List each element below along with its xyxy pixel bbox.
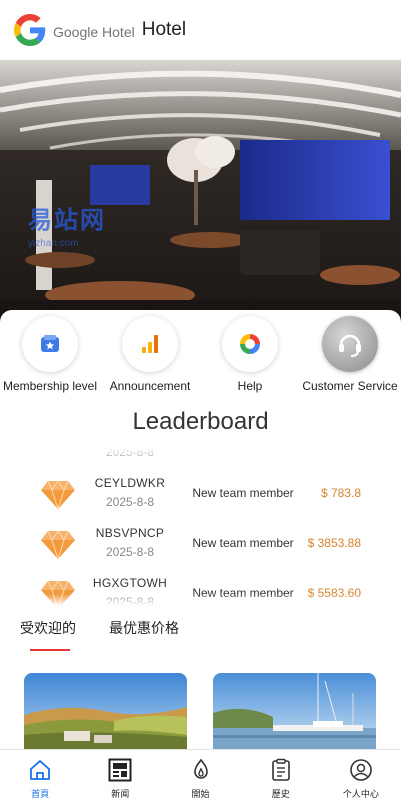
help-icon-circle <box>222 316 278 372</box>
customer-service-label: Customer Service <box>302 379 398 393</box>
membership-icon <box>41 335 59 352</box>
watermark-subtext: yizhan.com <box>28 238 79 249</box>
user-icon <box>350 759 372 781</box>
nav-start[interactable]: 開始 <box>160 750 240 805</box>
nav-start-label: 開始 <box>191 789 210 799</box>
watermark-text: 易站网 <box>28 207 106 234</box>
news-icon <box>108 758 132 782</box>
leaderboard-title: Leaderboard <box>132 408 269 435</box>
leaderboard-row-name: HGXGTOWH <box>92 576 168 590</box>
leaderboard-row-name: NBSVPNCP <box>95 526 165 540</box>
nav-history-label: 歷史 <box>271 789 290 799</box>
leaderboard-row: NBSVPNCP 2025-8-8 New team member $ 3853… <box>0 518 401 568</box>
announcement-label: Announcement <box>109 379 191 393</box>
customer-service-button[interactable]: Customer Service <box>300 316 400 393</box>
leaderboard-fade-bottom <box>0 594 401 606</box>
google-logo-icon <box>14 14 46 46</box>
hero-banner: 易站网 yizhan.com <box>0 60 401 322</box>
announcement-button[interactable]: Announcement <box>100 316 200 393</box>
help-icon <box>240 334 260 354</box>
history-icon <box>271 758 290 781</box>
headset-icon <box>339 334 361 357</box>
hotel-card[interactable] <box>213 673 376 753</box>
leaderboard-row: CEYLDWKR 2025-8-8 New team member $ 783.… <box>0 468 401 518</box>
gem-icon <box>41 480 75 510</box>
leaderboard-row-amount: $ 3853.88 <box>307 536 361 550</box>
help-label: Help <box>237 379 263 393</box>
leaderboard-row-name: CEYLDWKR <box>94 476 166 490</box>
membership-icon-circle <box>22 316 78 372</box>
countryside-image <box>24 673 187 753</box>
leaderboard-row-date: 2025-8-8 <box>105 545 155 559</box>
bottom-navigation: 首頁 新闻 開始 歷史 个人中心 <box>0 749 401 805</box>
membership-level-button[interactable]: Membership level <box>0 316 100 393</box>
home-icon <box>30 760 50 780</box>
harbor-image <box>213 673 376 753</box>
customer-service-icon-circle <box>322 316 378 372</box>
help-button[interactable]: Help <box>200 316 300 393</box>
quick-menu: Membership level Announcement Help Custo… <box>0 316 401 393</box>
leaderboard-row-status: New team member <box>192 486 294 500</box>
leaderboard-row-date: 2025-8-8 <box>105 495 155 509</box>
announcement-icon-circle <box>122 316 178 372</box>
hotel-card[interactable] <box>24 673 187 753</box>
nav-home[interactable]: 首頁 <box>0 750 80 805</box>
start-icon <box>193 758 208 779</box>
leaderboard-list[interactable]: 2025-8-8 CEYLDWKR 2025-8-8 New team memb… <box>0 448 401 606</box>
restaurant-interior-image <box>0 60 401 322</box>
app-header: Google Hotel Hotel <box>0 0 401 60</box>
hotel-tabs: 受欢迎的 最优惠价格 <box>20 618 212 652</box>
membership-level-label: Membership level <box>2 379 98 393</box>
tab-best-price[interactable]: 最优惠价格 <box>109 618 179 652</box>
nav-home-label: 首頁 <box>31 789 50 799</box>
nav-news[interactable]: 新闻 <box>80 750 160 805</box>
leaderboard-row-status: New team member <box>192 536 294 550</box>
brand-name: Google Hotel <box>53 23 135 40</box>
gem-icon <box>41 530 75 560</box>
leaderboard-row-amount: $ 783.8 <box>320 486 361 500</box>
nav-news-label: 新闻 <box>111 789 130 799</box>
leaderboard-fade-top <box>0 448 401 462</box>
nav-profile-label: 个人中心 <box>342 789 379 799</box>
page-title: Hotel <box>141 19 187 40</box>
chart-icon <box>142 335 158 353</box>
nav-history[interactable]: 歷史 <box>241 750 321 805</box>
tab-popular[interactable]: 受欢迎的 <box>20 618 76 652</box>
nav-profile[interactable]: 个人中心 <box>321 750 401 805</box>
